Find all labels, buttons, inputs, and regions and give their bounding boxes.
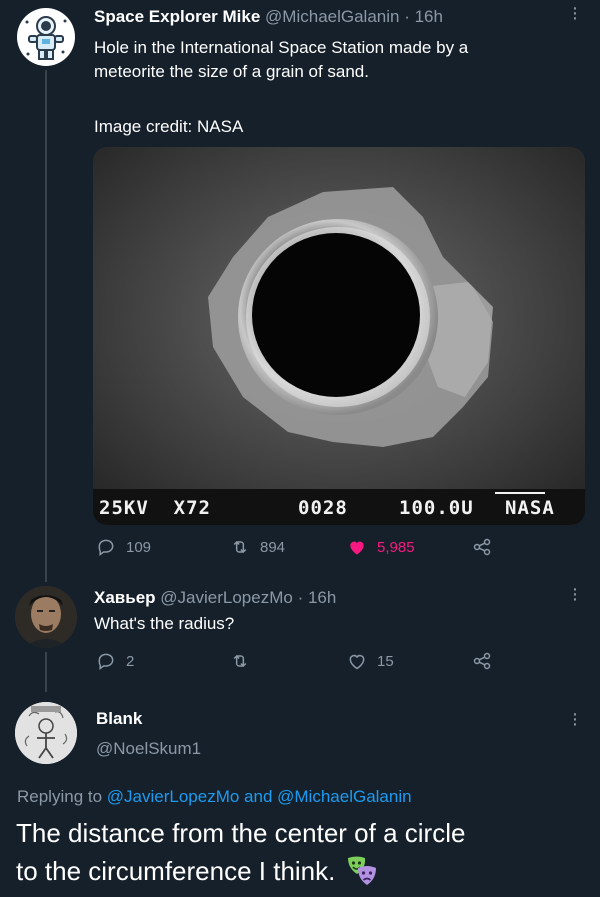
retweet-count: 894 <box>260 538 286 556</box>
sem-label-scale: 100.0U <box>399 497 474 519</box>
reply-icon <box>98 539 114 556</box>
reply-icon <box>98 653 114 670</box>
like-button[interactable]: 5,985 <box>347 537 415 557</box>
share-button[interactable] <box>472 651 492 671</box>
tweet-image[interactable]: 25KV X72 0028 100.0U NASA <box>93 147 585 525</box>
more-icon[interactable]: · · · <box>568 704 582 734</box>
meteorite-hole-photo <box>93 147 585 525</box>
heart-icon <box>350 541 364 555</box>
display-name[interactable]: Space Explorer Mike <box>94 7 260 26</box>
tweet-text-line: meteorite the size of a grain of sand. <box>94 62 369 81</box>
person-avatar-icon <box>15 586 77 648</box>
mention-link[interactable]: @MichaelGalanin <box>277 787 411 806</box>
display-name[interactable]: Blank <box>96 709 142 728</box>
handle[interactable]: @JavierLopezMo <box>160 588 293 607</box>
replying-prefix: Replying to <box>17 787 107 806</box>
avatar-space-explorer-mike[interactable] <box>17 8 75 66</box>
reply-count: 109 <box>126 538 152 556</box>
thread-line <box>45 70 47 582</box>
image-credit: Image credit: NASA <box>94 117 244 136</box>
reply-count: 2 <box>126 652 135 670</box>
sem-label-number: 0028 <box>298 497 348 519</box>
tweet-header: Хавьер @JavierLopezMo · 16h <box>94 587 336 609</box>
mention-link[interactable]: @JavierLopezMo <box>107 787 240 806</box>
timestamp[interactable]: · 16h <box>404 7 443 26</box>
tweet-text-line-with-emoji: to the circumference I think. <box>16 852 465 890</box>
tweet-text-line: to the circumference I think. <box>16 856 336 886</box>
share-icon <box>473 538 491 556</box>
like-button[interactable]: 15 <box>347 651 394 671</box>
replying-to: Replying to @JavierLopezMo and @MichaelG… <box>17 786 412 808</box>
retweet-icon <box>233 654 247 668</box>
tweet-text-line: The distance from the center of a circle <box>16 818 466 848</box>
tweet-text: Hole in the International Space Station … <box>94 36 584 84</box>
heart-icon <box>349 654 365 670</box>
avatar-blank[interactable] <box>15 702 77 764</box>
sem-label-voltage: 25KV X72 <box>99 497 211 519</box>
theater-masks-emoji-icon <box>348 856 377 885</box>
tweet-text-large: The distance from the center of a circle… <box>16 814 465 890</box>
retweet-button[interactable]: 894 <box>230 537 285 557</box>
reply-button[interactable]: 109 <box>96 537 151 557</box>
illustration-avatar-icon <box>15 702 77 764</box>
tweet-header: Space Explorer Mike @MichaelGalanin · 16… <box>94 6 443 28</box>
astronaut-avatar-icon <box>25 16 67 60</box>
timestamp[interactable]: · 16h <box>298 588 337 607</box>
handle[interactable]: @NoelSkum1 <box>96 738 201 760</box>
like-count: 15 <box>377 652 394 670</box>
handle[interactable]: @MichaelGalanin <box>265 7 399 26</box>
sem-label-nasa: NASA <box>505 497 555 519</box>
share-button[interactable] <box>472 537 492 557</box>
retweet-button[interactable] <box>230 651 260 671</box>
more-icon[interactable]: · · · <box>568 0 582 28</box>
more-icon[interactable]: · · · <box>568 579 582 609</box>
like-count: 5,985 <box>377 538 415 556</box>
share-icon <box>473 652 491 670</box>
avatar-javier[interactable] <box>15 586 77 648</box>
retweet-icon <box>233 540 247 554</box>
display-name[interactable]: Хавьер <box>94 588 156 607</box>
thread-line <box>45 652 47 692</box>
tweet-text: What's the radius? <box>94 614 235 633</box>
replying-and: and <box>239 787 278 806</box>
tweet-text-line: Hole in the International Space Station … <box>94 38 469 57</box>
tweet-header-name: Blank <box>96 708 142 730</box>
reply-button[interactable]: 2 <box>96 651 134 671</box>
